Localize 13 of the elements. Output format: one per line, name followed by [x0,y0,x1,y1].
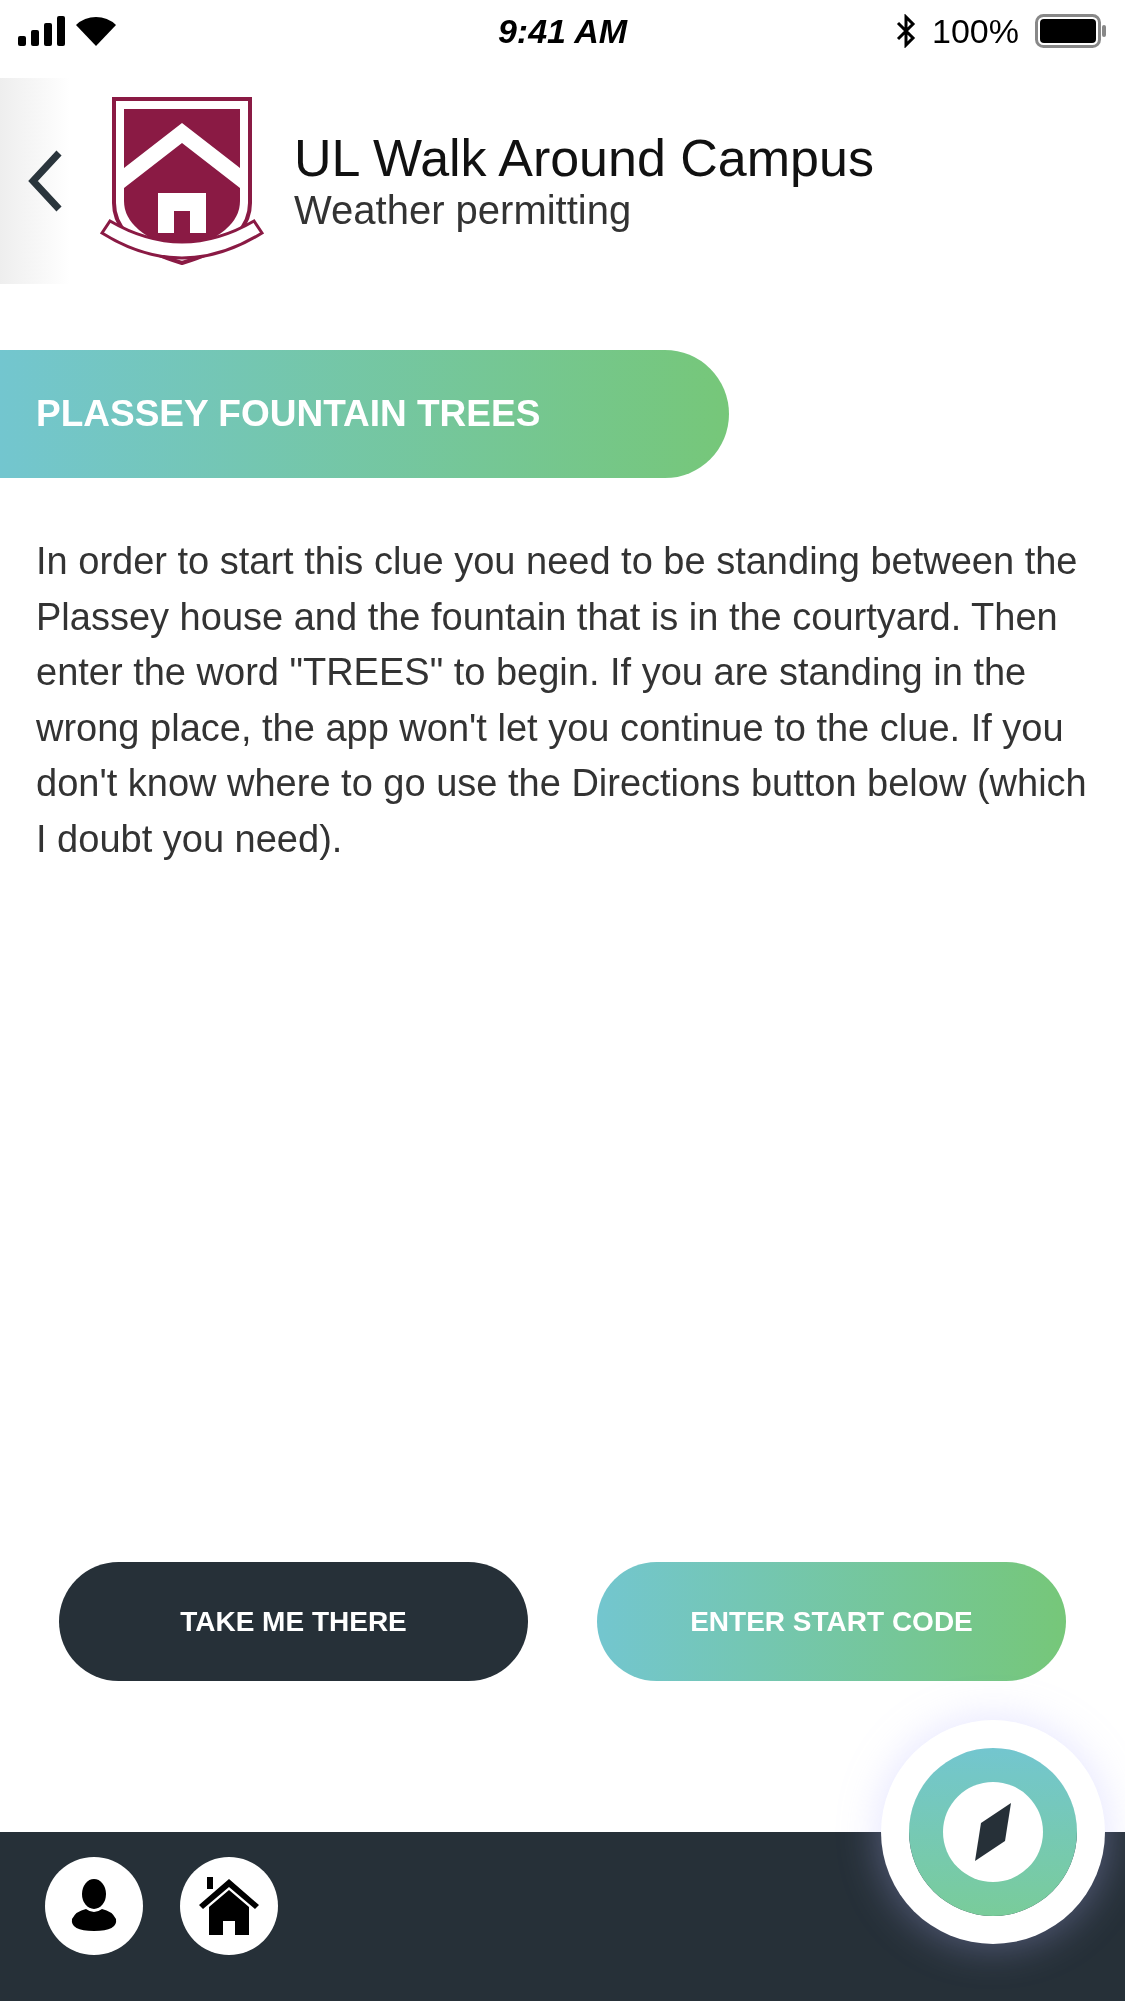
bluetooth-icon [896,14,917,48]
action-button[interactable]: TAKE ME THERE [59,1562,528,1681]
back-icon [27,149,63,213]
app-title: UL Walk Around Campus [294,130,874,188]
battery-icon [1035,14,1107,48]
signal-icon [18,16,68,46]
app-subtitle: Weather permitting [294,187,633,232]
status-time: 9:41 AM [497,10,628,52]
wifi-icon [76,16,116,46]
clue-description: In order to start this clue you need to be standing between the Plassey house and the fountain that is in the courtyard. Then enter the word "TREES" to begin. If you are standing in the wrong place, the app won't let you continue to the clue. If you don't know where to go use the Directions button below (which I doubt you need). [35,539,1088,862]
battery-percent: 100% [932,10,1019,52]
clue-title: PLASSEY FOUNTAIN TREES [0,350,729,478]
home-icon [197,1875,261,1937]
